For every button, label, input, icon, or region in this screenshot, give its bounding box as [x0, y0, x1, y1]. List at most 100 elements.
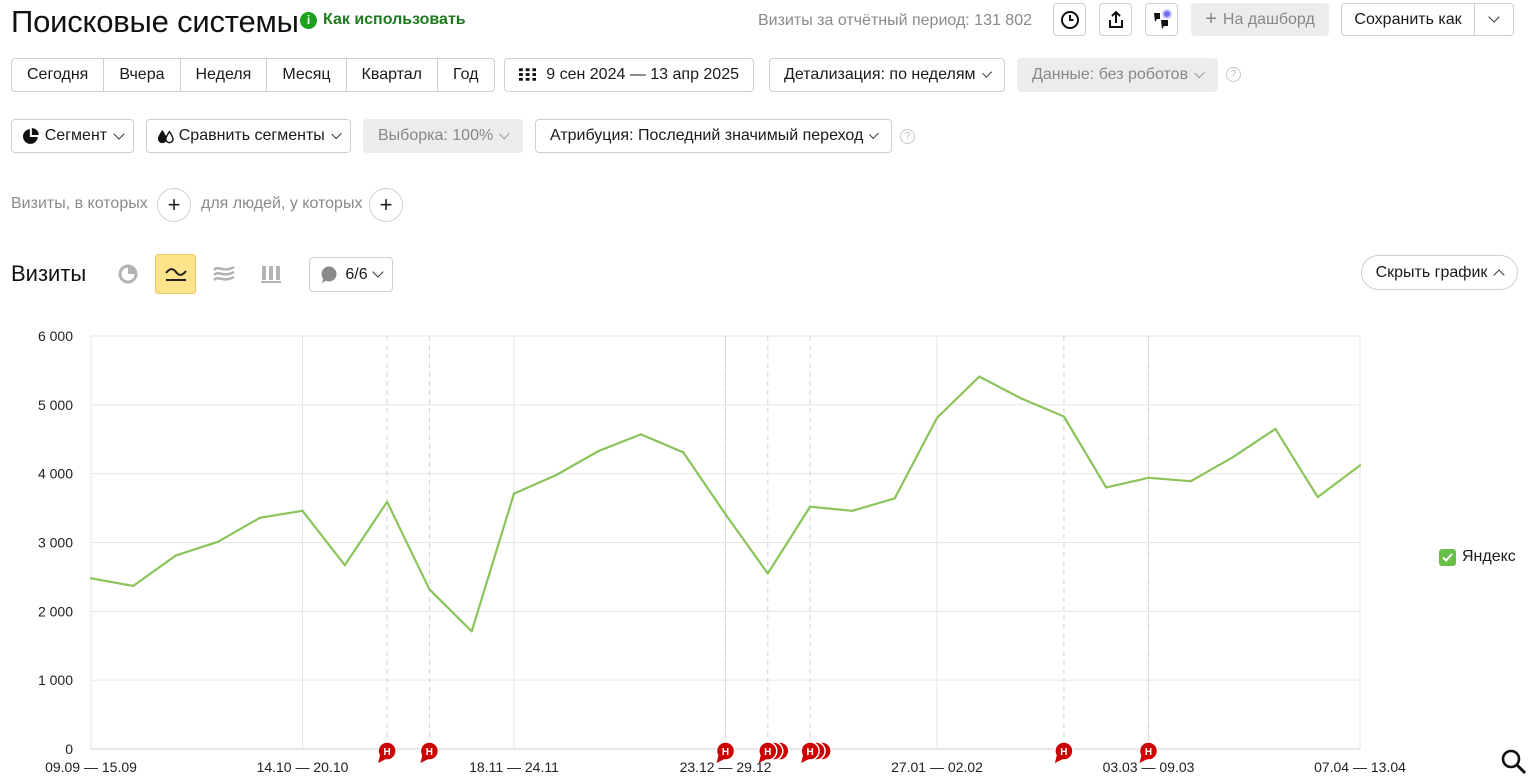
data-point — [851, 509, 854, 513]
chart-type-pie[interactable] — [107, 254, 148, 294]
chevron-down-icon — [499, 128, 510, 139]
info-icon: i — [300, 11, 317, 29]
data-filter-dropdown[interactable]: Данные: без роботов — [1017, 58, 1218, 92]
period-year[interactable]: Год — [438, 59, 493, 91]
data-point — [766, 572, 769, 575]
line-chart-icon — [164, 268, 187, 281]
y-tick-label: 4 000 — [38, 466, 73, 482]
data-point — [1358, 464, 1362, 467]
bar-chart-icon — [260, 266, 281, 283]
calendar-icon — [519, 68, 537, 81]
data-point — [935, 416, 939, 420]
search-icon[interactable] — [1500, 748, 1528, 776]
y-tick-label: 0 — [65, 741, 73, 757]
history-button[interactable] — [1053, 3, 1086, 36]
data-point — [1105, 486, 1108, 489]
period-quarter[interactable]: Квартал — [347, 59, 439, 91]
save-as-dropdown[interactable] — [1474, 3, 1514, 36]
x-tick-label: 27.01 — 02.02 — [891, 759, 983, 775]
chart-type-line[interactable] — [155, 254, 196, 294]
annotation-marker-label: Н — [1145, 747, 1152, 758]
hide-chart-button[interactable]: Скрыть график — [1361, 255, 1518, 290]
detail-dropdown[interactable]: Детализация: по неделям — [769, 58, 1005, 92]
data-point — [893, 497, 896, 500]
chevron-down-icon — [869, 128, 879, 139]
y-tick-label: 5 000 — [38, 397, 73, 413]
visits-chart: 0 1 000 2 000 3 000 4 000 5 000 6 000 09.09 — 1… — [38, 328, 1406, 775]
x-tick-label: 07.04 — 13.04 — [1314, 759, 1406, 775]
data-point — [1274, 427, 1277, 431]
chevron-down-icon — [981, 67, 992, 78]
annotation-marker-label: Н — [764, 747, 771, 758]
page-title: Поисковые системы — [11, 4, 299, 39]
date-range-label: 9 сен 2024 — 13 апр 2025 — [546, 66, 739, 83]
period-today[interactable]: Сегодня — [12, 59, 105, 91]
how-to-use-label: Как использовать — [323, 11, 466, 28]
attribution-dropdown[interactable]: Атрибуция: Последний значимый переход — [535, 119, 892, 153]
annotation-marker-label: Н — [806, 747, 813, 758]
how-to-use-link[interactable]: i Как использовать — [300, 11, 466, 29]
chart-type-bar[interactable] — [250, 254, 291, 294]
chevron-down-icon — [1488, 11, 1500, 23]
data-point — [216, 540, 220, 544]
compare-segments-label: Сравнить сегменты — [178, 127, 325, 144]
chevron-down-icon — [113, 127, 125, 140]
segment-label: Сегмент — [44, 127, 108, 144]
data-point — [978, 375, 981, 378]
hide-chart-label: Скрыть график — [1375, 263, 1488, 281]
annotation-marker-label: Н — [383, 747, 390, 758]
clock-icon — [1060, 10, 1079, 29]
data-point — [1316, 495, 1319, 499]
period-selector: Сегодня Вчера Неделя Месяц Квартал Год — [11, 58, 495, 92]
period-yesterday[interactable]: Вчера — [104, 59, 181, 91]
plus-icon: + — [1205, 8, 1217, 30]
data-point — [470, 630, 473, 633]
notes-dropdown[interactable]: 6/6 — [309, 257, 393, 292]
chart-title: Визиты — [11, 261, 87, 286]
save-as-button[interactable]: Сохранить как — [1341, 3, 1475, 36]
add-people-filter-button[interactable]: + — [369, 188, 403, 222]
x-tick-label: 03.03 — 09.03 — [1103, 759, 1195, 775]
data-point — [385, 500, 389, 504]
x-tick-label: 18.11 — 24.11 — [469, 759, 559, 775]
chevron-down-icon — [371, 266, 384, 278]
chart-type-area[interactable] — [203, 254, 244, 294]
to-dashboard-label: На дашборд — [1222, 10, 1315, 28]
x-tick-label: 09.09 — 15.09 — [45, 759, 137, 775]
help-icon[interactable]: ? — [1226, 67, 1241, 82]
attribution-label: Атрибуция: Последний значимый переход — [550, 127, 864, 144]
help-icon[interactable]: ? — [900, 129, 915, 144]
data-point — [555, 473, 558, 477]
period-week[interactable]: Неделя — [181, 59, 268, 91]
period-month[interactable]: Месяц — [267, 59, 347, 91]
data-point — [343, 564, 346, 567]
compare-segments-dropdown[interactable]: Сравнить сегменты — [146, 119, 351, 153]
checkbox-checked-icon — [1439, 548, 1456, 566]
detail-label: Детализация: по неделям — [784, 66, 976, 83]
annotation-marker-label: Н — [426, 747, 433, 758]
data-point — [1147, 476, 1150, 479]
data-point — [808, 505, 812, 508]
chevron-up-icon — [1493, 268, 1506, 281]
data-point — [1189, 480, 1193, 483]
data-point — [1020, 397, 1023, 400]
share-button[interactable] — [1099, 3, 1132, 36]
drops-icon — [157, 129, 174, 143]
data-point — [428, 588, 431, 591]
legend-item[interactable]: Яндекс — [1439, 548, 1516, 566]
people-filter-label: для людей, у которых — [201, 195, 363, 212]
segment-dropdown[interactable]: Сегмент — [11, 119, 134, 153]
feedback-button[interactable] — [1145, 3, 1178, 36]
date-range-button[interactable]: 9 сен 2024 — 13 апр 2025 — [504, 58, 754, 92]
add-visits-filter-button[interactable]: + — [157, 188, 191, 222]
plus-icon: + — [167, 192, 181, 217]
to-dashboard-button[interactable]: + На дашборд — [1191, 3, 1329, 36]
x-tick-label: 14.10 — 20.10 — [257, 759, 349, 775]
sample-dropdown[interactable]: Выборка: 100% — [363, 119, 523, 153]
data-point — [682, 451, 685, 454]
pie-icon — [23, 127, 39, 144]
x-tick-label: 23.12 — 29.12 — [680, 759, 772, 775]
data-point — [639, 433, 643, 436]
sample-label: Выборка: 100% — [378, 127, 494, 144]
y-tick-label: 2 000 — [38, 603, 73, 619]
